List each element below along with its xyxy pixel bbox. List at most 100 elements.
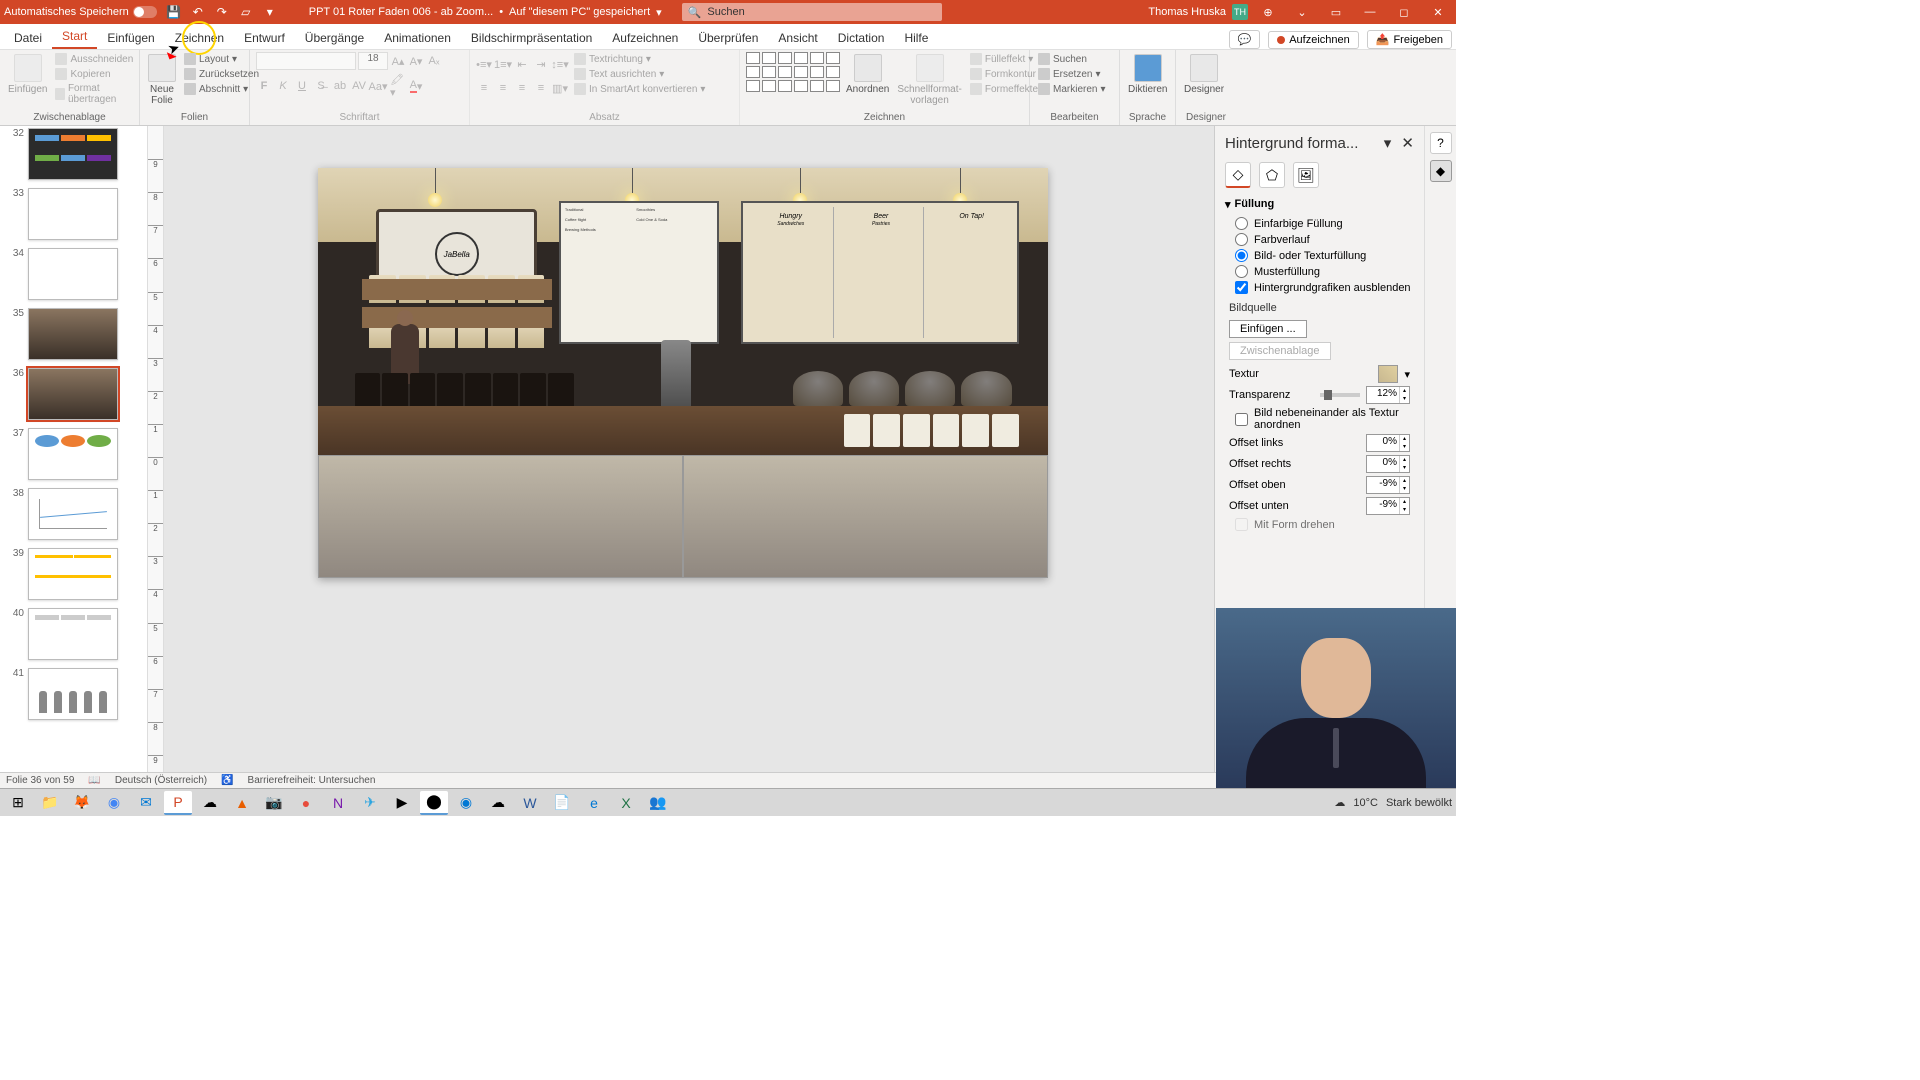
comments-button[interactable]: 💬 — [1229, 30, 1261, 49]
slide-thumbnails-panel[interactable]: 32 33 34 35 36 37 38 39 40 41 — [0, 126, 148, 788]
undo-icon[interactable]: ↶ — [189, 3, 207, 21]
texture-dropdown-icon[interactable]: ▾ — [1404, 368, 1410, 381]
shadow-button[interactable]: ab — [332, 78, 348, 94]
fill-section-header[interactable]: ▾Füllung — [1225, 198, 1414, 211]
slide-thumb-32[interactable] — [28, 128, 118, 180]
system-tray[interactable]: ☁ 10°C Stark bewölkt — [1334, 796, 1452, 809]
accessibility-icon[interactable]: ♿ — [221, 775, 233, 786]
dictate-button[interactable]: Diktieren — [1126, 52, 1169, 97]
text-direction-button[interactable]: Textrichtung▾ — [572, 52, 707, 66]
justify-button[interactable]: ≡ — [533, 80, 549, 96]
accessibility-status[interactable]: Barrierefreiheit: Untersuchen — [248, 775, 376, 786]
redo-icon[interactable]: ↷ — [213, 3, 231, 21]
picture-tab-icon[interactable]: 🖼 — [1293, 162, 1319, 188]
slide-thumb-33[interactable] — [28, 188, 118, 240]
app-icon[interactable]: ▶ — [388, 791, 416, 815]
tab-uebergaenge[interactable]: Übergänge — [295, 27, 374, 49]
slide-thumb-39[interactable] — [28, 548, 118, 600]
chrome-icon[interactable]: ◉ — [100, 791, 128, 815]
user-avatar[interactable]: TH — [1232, 4, 1248, 20]
explorer-icon[interactable]: 📁 — [36, 791, 64, 815]
slideshow-icon[interactable]: ▱ — [237, 3, 255, 21]
help-rail-icon[interactable]: ? — [1430, 132, 1452, 154]
tab-dictation[interactable]: Dictation — [828, 27, 895, 49]
tab-einfuegen[interactable]: Einfügen — [97, 27, 164, 49]
onenote-icon[interactable]: N — [324, 791, 352, 815]
telegram-icon[interactable]: ✈ — [356, 791, 384, 815]
offset-left-input[interactable]: 0%▴▾ — [1366, 434, 1410, 452]
slide-editor[interactable]: 9876543210123456789 JaBella TraditionalC… — [148, 126, 1214, 788]
offset-right-input[interactable]: 0%▴▾ — [1366, 455, 1410, 473]
line-spacing-button[interactable]: ↕≡▾ — [552, 56, 568, 72]
pane-close-icon[interactable]: ✕ — [1401, 135, 1414, 152]
teams-icon[interactable]: 👥 — [644, 791, 672, 815]
slide-thumb-41[interactable] — [28, 668, 118, 720]
align-center-button[interactable]: ≡ — [495, 80, 511, 96]
indent-left-button[interactable]: ⇤ — [514, 56, 530, 72]
font-color-button[interactable]: A▾ — [408, 78, 424, 94]
save-icon[interactable]: 💾 — [165, 3, 183, 21]
vlc-icon[interactable]: ▲ — [228, 791, 256, 815]
slide-thumb-35[interactable] — [28, 308, 118, 360]
clear-format-icon[interactable]: Aₓ — [426, 53, 442, 69]
align-right-button[interactable]: ≡ — [514, 80, 530, 96]
tab-datei[interactable]: Datei — [4, 27, 52, 49]
effects-tab-icon[interactable]: ⬠ — [1259, 162, 1285, 188]
aufzeichnen-button[interactable]: Aufzeichnen — [1268, 31, 1359, 49]
word-icon[interactable]: W — [516, 791, 544, 815]
cut-button[interactable]: Ausschneiden — [53, 52, 135, 66]
tab-hilfe[interactable]: Hilfe — [894, 27, 938, 49]
slide-thumb-36[interactable] — [28, 368, 118, 420]
copy-button[interactable]: Kopieren — [53, 67, 135, 81]
bullets-button[interactable]: •≡▾ — [476, 56, 492, 72]
app-icon[interactable]: ◉ — [452, 791, 480, 815]
present-icon[interactable]: ⊕ — [1254, 3, 1282, 21]
quick-styles-button[interactable]: Schnellformat- vorlagen — [895, 52, 963, 108]
edge-icon[interactable]: e — [580, 791, 608, 815]
columns-button[interactable]: ▥▾ — [552, 80, 568, 96]
fill-pattern-radio[interactable]: Musterfüllung — [1235, 265, 1414, 278]
more-icon[interactable]: ▾ — [261, 3, 279, 21]
spacing-button[interactable]: AV — [351, 78, 367, 94]
minimize-icon[interactable]: — — [1356, 3, 1384, 21]
paste-button[interactable]: Einfügen — [6, 52, 49, 97]
firefox-icon[interactable]: 🦊 — [68, 791, 96, 815]
underline-button[interactable]: U — [294, 78, 310, 94]
offset-top-input[interactable]: -9%▴▾ — [1366, 476, 1410, 494]
slide-thumb-38[interactable] — [28, 488, 118, 540]
font-size-combo[interactable]: 18 — [358, 52, 388, 70]
toggle-switch-icon[interactable] — [133, 6, 157, 18]
font-name-combo[interactable] — [256, 52, 356, 70]
window-icon[interactable]: ▭ — [1322, 3, 1350, 21]
fill-tab-icon[interactable]: ◇ — [1225, 162, 1251, 188]
ribbon-mode-icon[interactable]: ⌄ — [1288, 3, 1316, 21]
slide-thumb-34[interactable] — [28, 248, 118, 300]
tab-ueberpruefen[interactable]: Überprüfen — [688, 27, 768, 49]
hide-bg-checkbox[interactable]: Hintergrundgrafiken ausblenden — [1235, 281, 1414, 294]
arrange-button[interactable]: Anordnen — [844, 52, 891, 97]
app-icon[interactable]: ● — [292, 791, 320, 815]
slide-thumb-37[interactable] — [28, 428, 118, 480]
powerpoint-icon[interactable]: P — [164, 791, 192, 815]
obs-icon[interactable]: ⬤ — [420, 791, 448, 815]
decrease-font-icon[interactable]: A▾ — [408, 53, 424, 69]
case-button[interactable]: Aa▾ — [370, 78, 386, 94]
select-button[interactable]: Markieren▾ — [1036, 82, 1108, 96]
excel-icon[interactable]: X — [612, 791, 640, 815]
transparency-slider[interactable] — [1320, 393, 1360, 397]
numbering-button[interactable]: 1≡▾ — [495, 56, 511, 72]
freigeben-button[interactable]: 📤 Freigeben — [1367, 30, 1452, 49]
spellcheck-icon[interactable]: 📖 — [88, 775, 100, 786]
tab-bildschirmpraesentation[interactable]: Bildschirmpräsentation — [461, 27, 602, 49]
autosave-toggle[interactable]: Automatisches Speichern — [4, 6, 157, 18]
shapes-gallery[interactable] — [746, 52, 840, 92]
fill-gradient-radio[interactable]: Farbverlauf — [1235, 233, 1414, 246]
tab-start[interactable]: Start — [52, 25, 97, 49]
app-icon[interactable]: ☁ — [196, 791, 224, 815]
highlight-button[interactable]: 🖍▾ — [389, 78, 405, 94]
replace-button[interactable]: Ersetzen▾ — [1036, 67, 1108, 81]
user-name[interactable]: Thomas Hruska — [1148, 6, 1226, 18]
new-slide-button[interactable]: Neue Folie — [146, 52, 178, 108]
app-icon[interactable]: 📷 — [260, 791, 288, 815]
tile-checkbox[interactable]: Bild nebeneinander als Textur anordnen — [1235, 407, 1414, 431]
